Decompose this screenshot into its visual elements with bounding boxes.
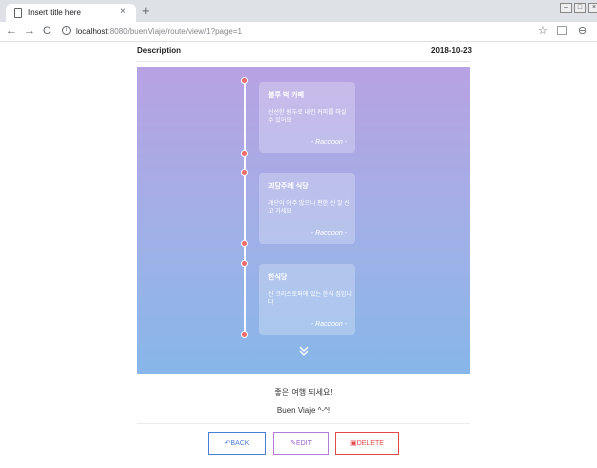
place-card[interactable]: 블루 벅 카페 신선한 원두로 내린 커피를 마실 수 있어요 - Raccoo… [259, 82, 355, 153]
url-path: :8080/buenViaje/route/view/1?page=1 [107, 27, 242, 36]
browser-tabstrip: Insert title here × + – □ × [0, 0, 597, 22]
route-timeline-panel: 블루 벅 카페 신선한 원두로 내린 커피를 마실 수 있어요 - Raccoo… [137, 67, 470, 374]
place-title: 한식당 [268, 274, 288, 281]
place-card[interactable]: 괴담주례 식당 개단이 아주 많으나 편한 신 잘 신고 가세요 - Racco… [259, 173, 355, 244]
timeline-dot [241, 260, 248, 267]
delete-label: DELETE [356, 440, 384, 447]
back-nav-button[interactable]: ← [6, 25, 17, 37]
post-date: 2018-10-23 [431, 46, 472, 55]
address-bar[interactable]: localhost:8080/buenViaje/route/view/1?pa… [76, 27, 242, 36]
trash-icon: ▣ [350, 440, 357, 447]
place-card[interactable]: 한식당 신 크리스토퍼에 있는 한식 집입니다 - Raccoon - [259, 264, 355, 335]
info-icon[interactable]: i [62, 26, 71, 35]
timeline-dot [241, 331, 248, 338]
place-author: - Raccoon - [310, 139, 347, 146]
tab-close-button[interactable]: × [120, 6, 126, 17]
signature: Buen Viaje ^-^! [276, 406, 331, 415]
page-title: Description [137, 46, 182, 55]
place-author: - Raccoon - [310, 230, 347, 237]
delete-button[interactable]: ▣DELETE [335, 432, 399, 455]
chevron-down-icon [299, 346, 309, 356]
maximize-button[interactable]: □ [574, 3, 586, 13]
account-icon[interactable]: ⊖ [578, 25, 587, 37]
timeline-line [244, 79, 246, 334]
bookmark-star-icon[interactable]: ☆ [538, 25, 548, 37]
edit-label: EDIT [295, 440, 312, 447]
back-button[interactable]: ↶BACK [208, 432, 266, 455]
timeline-dot [241, 240, 248, 247]
reload-button[interactable]: C [43, 25, 51, 37]
closing-message: 좋은 여행 되세요! [274, 388, 333, 397]
place-title: 괴담주례 식당 [268, 183, 309, 190]
place-description: 신 크리스토퍼에 있는 한식 집입니다 [268, 292, 352, 306]
new-tab-button[interactable]: + [142, 4, 150, 17]
divider [137, 423, 470, 424]
place-description: 개단이 아주 많으나 편한 신 잘 신고 가세요 [268, 201, 350, 215]
edit-button[interactable]: ✎EDIT [273, 432, 329, 455]
forward-nav-button[interactable]: → [24, 25, 35, 37]
place-title: 블루 벅 카페 [268, 92, 305, 99]
tab-title: Insert title here [28, 8, 81, 17]
browser-tab[interactable]: Insert title here × [6, 4, 136, 22]
timeline-dot [241, 77, 248, 84]
back-label: BACK [230, 440, 250, 447]
extension-icon[interactable] [557, 26, 567, 35]
timeline-dot [241, 150, 248, 157]
minimize-button[interactable]: – [560, 3, 572, 13]
place-author: - Raccoon - [310, 321, 347, 328]
divider [137, 61, 470, 62]
place-description: 신선한 원두로 내린 커피를 마실 수 있어요 [268, 110, 347, 124]
close-window-button[interactable]: × [588, 3, 597, 13]
url-host: localhost [76, 27, 108, 36]
browser-toolbar: ← → C i localhost:8080/buenViaje/route/v… [0, 22, 597, 42]
timeline-dot [241, 169, 248, 176]
scroll-more-icon[interactable] [298, 345, 310, 358]
page-icon [14, 8, 22, 18]
